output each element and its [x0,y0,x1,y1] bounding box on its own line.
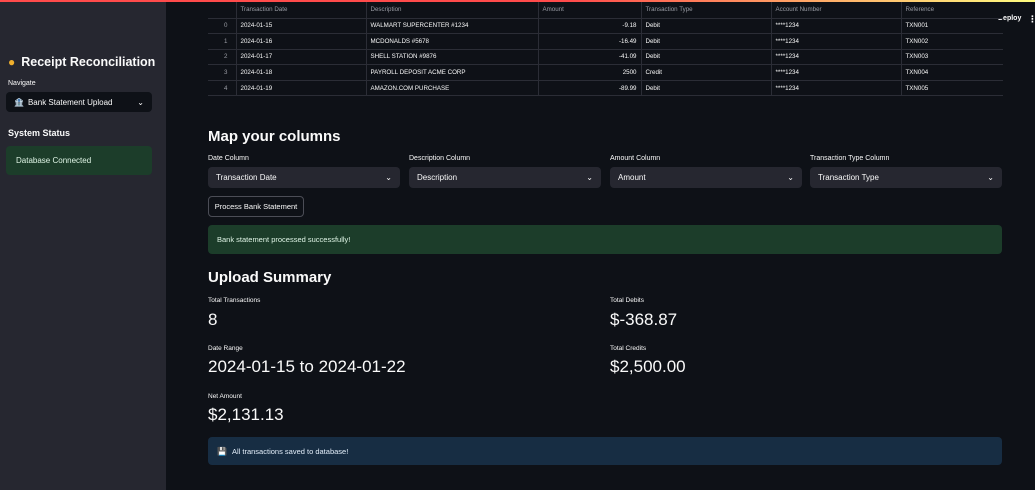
table-cell: TXN001 [901,18,1003,35]
chevron-down-icon: ⌄ [987,173,994,182]
upload-summary-heading: Upload Summary [208,269,332,286]
table-cell: TXN005 [901,80,1003,97]
row-index-cell: 2 [208,49,237,66]
table-cell: 2024-01-19 [236,80,367,97]
main-menu-icon[interactable]: ⋮ [1028,14,1035,25]
table-cell: AMAZON.COM PURCHASE [366,80,539,97]
transaction-type-column-select[interactable]: Transaction Type ⌄ [810,167,1002,188]
column-header[interactable]: Reference [901,2,1003,19]
column-header[interactable]: Amount [538,2,642,19]
table-cell: -9.18 [538,18,642,35]
date-column-select[interactable]: Transaction Date ⌄ [208,167,400,188]
column-header[interactable]: Transaction Type [641,2,772,19]
process-bank-statement-button[interactable]: Process Bank Statement [208,196,304,217]
total-credits-value: $2,500.00 [610,357,686,376]
sidebar-title-text: Receipt Reconciliation [21,55,156,69]
table-cell: PAYROLL DEPOSIT ACME CORP [366,64,539,81]
navigate-select-value: Bank Statement Upload [27,97,113,107]
table-cell: SHELL STATION #9876 [366,49,539,66]
table-cell: ****1234 [771,49,902,66]
system-status-heading: System Status [8,128,71,138]
table-cell: TXN003 [901,49,1003,66]
description-column-label: Description Column [409,155,471,162]
date-range-value: 2024-01-15 to 2024-01-22 [208,357,406,376]
map-columns-heading: Map your columns [208,128,341,145]
description-column-value: Description [417,173,458,182]
total-debits-label: Total Debits [610,297,644,304]
total-transactions-value: 8 [208,310,218,329]
total-credits-label: Total Credits [610,345,647,352]
table-cell: TXN002 [901,33,1003,50]
total-transactions-label: Total Transactions [208,297,261,304]
table-cell: Credit [641,64,772,81]
table-cell: -16.49 [538,33,642,50]
transaction-type-column-value: Transaction Type [818,173,879,182]
table-cell: MCDONALDS #5678 [366,33,539,50]
table-row[interactable]: 2 2024-01-17 SHELL STATION #9876 -41.09 Debi… [208,49,1003,66]
table-cell: Debit [641,33,772,50]
total-debits-value: $-368.87 [610,310,678,329]
row-index-cell: 4 [208,80,237,97]
transaction-type-column-label: Transaction Type Column [810,155,890,162]
table-cell: 2024-01-16 [236,33,367,50]
table-cell: Debit [641,80,772,97]
transactions-table[interactable]: Transaction Date Description Amount Transac… [208,2,1003,107]
column-header[interactable]: Transaction Date [236,2,367,19]
chevron-down-icon: ⌄ [137,97,144,107]
net-amount-label: Net Amount [208,393,242,400]
table-cell: 2024-01-18 [236,64,367,81]
table-body: 0 2024-01-15 WALMART SUPERCENTER #1234 -9.1… [208,18,1003,97]
chevron-down-icon: ⌄ [586,173,593,182]
table-header-row: Transaction Date Description Amount Transac… [208,2,1003,19]
net-amount-value: $2,131.13 [208,405,284,424]
saved-info-alert: 💾 All transactions saved to database! [208,437,1002,465]
amount-column-value: Amount [618,173,646,182]
description-column-select[interactable]: Description ⌄ [409,167,601,188]
table-cell: ****1234 [771,80,902,97]
floppy-disk-icon: 💾 [217,446,227,456]
bank-icon: 🏦 [14,97,24,107]
table-cell: -89.99 [538,80,642,97]
row-index-cell: 0 [208,18,237,35]
table-cell: ****1234 [771,64,902,81]
date-range-label: Date Range [208,345,243,352]
sidebar: ● Receipt Reconciliation Navigate 🏦 Bank… [0,0,166,490]
column-header[interactable]: Description [366,2,539,19]
column-header[interactable]: Account Number [771,2,902,19]
success-alert: Bank statement processed successfully! [208,225,1002,254]
table-cell: Debit [641,49,772,66]
row-index-cell: 3 [208,64,237,81]
table-cell: 2024-01-17 [236,49,367,66]
date-column-value: Transaction Date [216,173,277,182]
date-column-label: Date Column [208,155,249,162]
top-decoration-bar [0,0,1035,2]
chevron-down-icon: ⌄ [385,173,392,182]
table-cell: 2500 [538,64,642,81]
database-status-alert: Database Connected [6,146,152,175]
table-cell: ****1234 [771,18,902,35]
table-row[interactable]: 1 2024-01-16 MCDONALDS #5678 -16.49 Debit ***… [208,33,1003,50]
table-row[interactable]: 3 2024-01-18 PAYROLL DEPOSIT ACME CORP 2500… [208,64,1003,81]
table-row[interactable]: 4 2024-01-19 AMAZON.COM PURCHASE -89.99 Debi… [208,80,1003,97]
table-cell: WALMART SUPERCENTER #1234 [366,18,539,35]
money-bag-icon: ● [8,55,16,69]
amount-column-select[interactable]: Amount ⌄ [610,167,802,188]
navigate-label: Navigate [8,80,36,87]
table-row[interactable]: 0 2024-01-15 WALMART SUPERCENTER #1234 -9.1… [208,18,1003,35]
chevron-down-icon: ⌄ [787,173,794,182]
sidebar-title: ● Receipt Reconciliation [8,55,155,69]
saved-info-text: All transactions saved to database! [231,446,349,456]
table-cell: ****1234 [771,33,902,50]
table-cell: Debit [641,18,772,35]
table-cell: TXN004 [901,64,1003,81]
index-column-header[interactable] [208,2,237,19]
table-cell: -41.09 [538,49,642,66]
table-cell: 2024-01-15 [236,18,367,35]
navigate-select[interactable]: 🏦 Bank Statement Upload ⌄ [6,92,152,112]
row-index-cell: 1 [208,33,237,50]
amount-column-label: Amount Column [610,155,661,162]
